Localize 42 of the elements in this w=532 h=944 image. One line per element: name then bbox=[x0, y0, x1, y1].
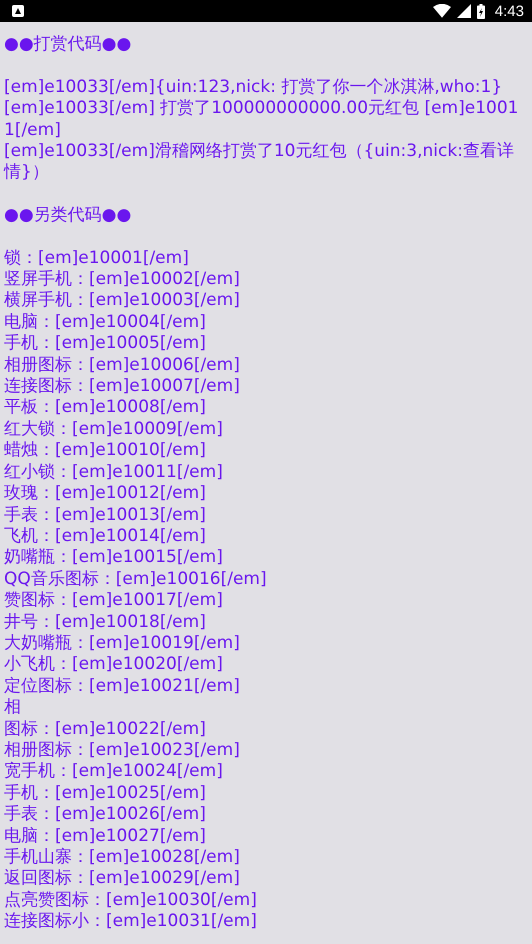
section-heading: ●●另类代码●● bbox=[4, 204, 132, 226]
code-line: 红大锁：[em]e10009[/em] bbox=[4, 418, 224, 440]
code-line: 图标：[em]e10022[/em] bbox=[4, 718, 207, 740]
code-line: 竖屏手机：[em]e10002[/em] bbox=[4, 269, 241, 290]
code-line: 相册图标：[em]e10023[/em] bbox=[4, 740, 241, 762]
signal-icon bbox=[456, 4, 471, 18]
code-line: [em]e10033[/em]{uin:123,nick: 打赏了你一个冰淇淋,who:1} bbox=[4, 76, 504, 98]
code-line: 连接图标：[em]e10007[/em] bbox=[4, 376, 241, 398]
code-line: 飞机：[em]e10014[/em] bbox=[4, 526, 207, 548]
code-line: [em]e10033[/em] 打赏了100000000000.00元红包 [em]e10011[/em] bbox=[4, 98, 520, 142]
code-line: 点亮赞图标：[em]e10030[/em] bbox=[4, 890, 258, 912]
code-line: 手表：[em]e10013[/em] bbox=[4, 504, 207, 526]
code-line: 蜡烛：[em]e10010[/em] bbox=[4, 440, 207, 462]
code-line: 井号：[em]e10018[/em] bbox=[4, 612, 207, 633]
code-line: 返回图标：[em]e10029[/em] bbox=[4, 868, 241, 890]
code-line: QQ音乐图标：[em]e10016[/em] bbox=[4, 568, 268, 590]
code-line: 横屏手机：[em]e10003[/em] bbox=[4, 290, 241, 312]
code-line: 奶嘴瓶：[em]e10015[/em] bbox=[4, 547, 224, 569]
code-line: 大奶嘴瓶：[em]e10019[/em] bbox=[4, 632, 241, 654]
code-line: 玫瑰：[em]e10012[/em] bbox=[4, 483, 207, 504]
battery-icon bbox=[476, 4, 485, 18]
code-line: 手机：[em]e10005[/em] bbox=[4, 333, 207, 355]
section-heading: ●●打赏代码●● bbox=[4, 34, 132, 56]
clock: 4:43 bbox=[494, 2, 524, 20]
code-line: 连接图标小：[em]e10031[/em] bbox=[4, 911, 258, 933]
code-line: [em]e10033[/em]滑稽网络打赏了10元红包（{uin:3,nick:查看详情}） bbox=[4, 141, 515, 184]
code-line: 手机：[em]e10025[/em] bbox=[4, 782, 207, 804]
code-line: 平板：[em]e10008[/em] bbox=[4, 397, 207, 419]
code-line: 红小锁：[em]e10011[/em] bbox=[4, 462, 224, 484]
code-line: 相 bbox=[4, 697, 22, 719]
wifi-icon bbox=[432, 4, 451, 18]
code-line: 定位图标：[em]e10021[/em] bbox=[4, 676, 241, 698]
notification-icon bbox=[12, 5, 24, 17]
code-line: 电脑：[em]e10027[/em] bbox=[4, 826, 207, 847]
code-line: 宽手机：[em]e10024[/em] bbox=[4, 761, 224, 783]
code-line: 小飞机：[em]e10020[/em] bbox=[4, 654, 224, 676]
code-line: 电脑：[em]e10004[/em] bbox=[4, 312, 207, 334]
code-line: 相册图标：[em]e10006[/em] bbox=[4, 354, 241, 376]
code-line: 赞图标：[em]e10017[/em] bbox=[4, 590, 224, 612]
code-line: 锁：[em]e10001[/em] bbox=[4, 248, 190, 270]
code-line: 手机山寨：[em]e10028[/em] bbox=[4, 847, 241, 868]
code-line: 手表：[em]e10026[/em] bbox=[4, 804, 207, 826]
